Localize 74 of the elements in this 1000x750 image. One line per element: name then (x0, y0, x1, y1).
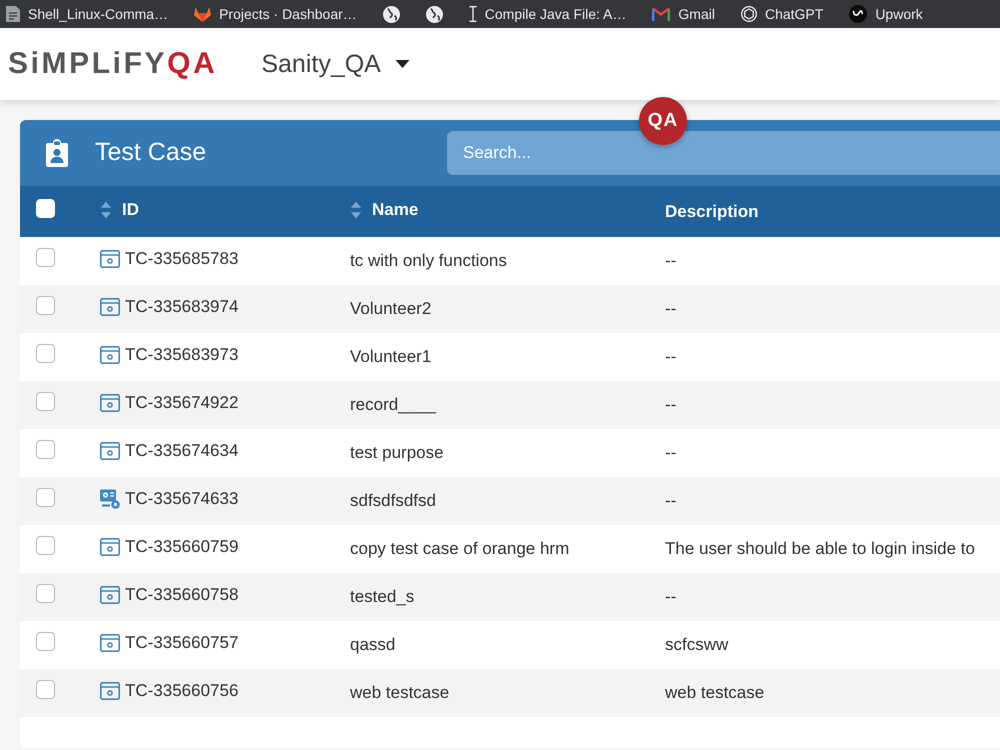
test-case-name: copy test case of orange hrm (350, 539, 570, 558)
test-case-name: qassd (350, 635, 396, 654)
fox-icon (194, 6, 212, 22)
test-case-description: -- (665, 491, 676, 510)
row-checkbox[interactable] (36, 296, 55, 316)
column-sort-button[interactable]: ID (100, 196, 139, 222)
caret-icon (394, 60, 410, 68)
test-case-name: web testcase (350, 683, 450, 702)
bookmark-link[interactable]: Projects · Dashboar… (194, 6, 357, 22)
row-checkbox[interactable] (36, 584, 55, 604)
row-checkbox[interactable] (36, 392, 55, 412)
project-dropdown[interactable]: Sanity_QA (261, 49, 410, 79)
test-case-name: record____ (350, 395, 436, 414)
test-case-description: -- (665, 395, 676, 414)
document-icon (6, 6, 20, 22)
globe-icon[interactable] (382, 6, 400, 22)
column-header: Description (665, 202, 759, 221)
test-case-description: -- (665, 443, 676, 462)
round-logo-icon (849, 5, 868, 23)
browser-gear-icon (100, 584, 120, 605)
hexagon-ring-icon (740, 6, 757, 22)
test-case-description: The user should be able to login inside to (665, 539, 975, 558)
browser-gear-icon (100, 248, 120, 269)
browser-gear-icon (100, 296, 120, 317)
test-case-id: TC-335660759 (125, 536, 238, 558)
row-checkbox[interactable] (36, 344, 55, 364)
row-checkbox[interactable] (36, 488, 55, 508)
test-case-id: TC-335683974 (125, 296, 238, 318)
panel-title: Test Case (95, 137, 206, 168)
globe-icon[interactable] (426, 6, 443, 22)
test-case-id: TC-335674633 (125, 488, 238, 510)
bookmark-link[interactable]: ChatGPT (740, 6, 824, 22)
test-case-description: -- (665, 587, 676, 606)
text-cursor-icon (468, 6, 477, 22)
test-case-name: Volunteer2 (350, 299, 432, 318)
monitor-gear-icon (100, 488, 120, 509)
row-checkbox[interactable] (36, 632, 55, 652)
test-case-id: TC-335674922 (125, 392, 238, 414)
test-case-name: tested_s (350, 587, 414, 606)
test-case-description: -- (665, 251, 676, 270)
test-case-id: TC-335674634 (125, 440, 238, 462)
test-case-id: TC-335683973 (125, 344, 238, 366)
browser-gear-icon (100, 680, 120, 701)
test-case-description: scfcsww (665, 635, 728, 654)
test-case-name: tc with only functions (350, 251, 507, 270)
browser-gear-icon (100, 632, 120, 653)
browser-gear-icon (100, 344, 120, 365)
bookmark-link[interactable]: Compile Java File: A… (468, 6, 626, 22)
test-case-id: TC-335660756 (125, 680, 238, 702)
bookmark-link[interactable]: Gmail (652, 7, 715, 21)
bookmark-link[interactable]: Shell_Linux-Comma… (6, 6, 168, 22)
test-case-id: TC-335660757 (125, 632, 238, 654)
test-case-description: -- (665, 299, 676, 318)
bookmark-link[interactable]: Upwork (849, 5, 923, 23)
app-logo: SiMPLiFYQA (8, 49, 218, 79)
test-case-description: web testcase (665, 683, 764, 702)
mail-icon (652, 7, 670, 21)
search-field[interactable]: Search... (447, 131, 1000, 175)
id-badge-icon (45, 139, 69, 167)
test-case-description: -- (665, 347, 676, 366)
browser-gear-icon (100, 440, 120, 461)
row-checkbox[interactable] (36, 440, 55, 460)
test-case-name: sdfsdfsdfsd (350, 491, 436, 510)
browser-gear-icon (100, 392, 120, 413)
row-checkbox[interactable] (36, 536, 55, 556)
row-checkbox[interactable] (36, 680, 55, 700)
test-case-name: Volunteer1 (350, 347, 432, 366)
column-sort-button[interactable]: Name (350, 196, 418, 222)
test-case-name: test purpose (350, 443, 444, 462)
test-case-id: TC-335660758 (125, 584, 238, 606)
test-case-id: TC-335685783 (125, 248, 238, 270)
row-checkbox[interactable] (36, 248, 55, 268)
select-all-checkbox[interactable] (36, 198, 55, 218)
browser-gear-icon (100, 536, 120, 557)
